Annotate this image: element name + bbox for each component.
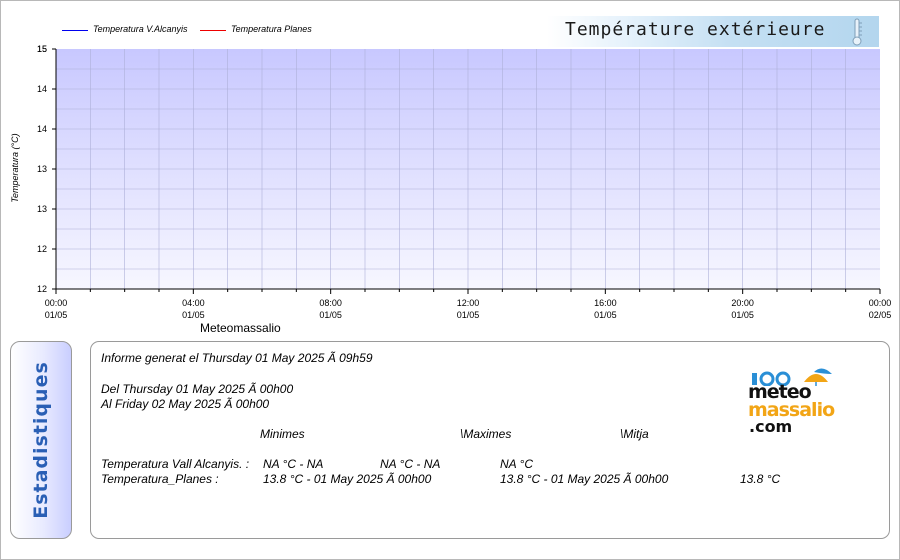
row-extra-planes: 13.8 °C xyxy=(740,472,781,486)
chart-title: Température extérieure xyxy=(565,19,826,40)
legend-label-alcanyis: Temperatura V.Alcanyis xyxy=(93,24,188,34)
legend-label-planes: Temperatura Planes xyxy=(231,24,312,34)
row-label-alcanyis: Temperatura Vall Alcanyis. : xyxy=(101,457,250,471)
y-tick-label: 12 xyxy=(37,244,47,254)
period-from-line: Del Thursday 01 May 2025 Ã 00h00 xyxy=(101,382,294,396)
x-tick-label-date: 01/05 xyxy=(45,310,68,320)
thermometer-icon xyxy=(852,18,862,46)
temperature-chart: 1212131314141515 00:0001/0504:0001/0508:… xyxy=(37,44,892,320)
y-tick-label: 14 xyxy=(37,84,47,94)
y-axis-label: Temperatura (°C) xyxy=(10,133,20,203)
y-tick-label: 15 xyxy=(37,44,47,54)
x-tick-label-date: 01/05 xyxy=(594,310,617,320)
x-tick-label-time: 04:00 xyxy=(182,298,205,308)
header-mitja: \Mitja xyxy=(620,427,649,441)
row-avg-alcanyis: NA °C xyxy=(500,457,534,471)
row-avg-planes: 13.8 °C - 01 May 2025 Ã 00h00 xyxy=(500,472,669,486)
statistics-tab: Estadistiques xyxy=(10,341,72,539)
chart-legend: Temperatura V.Alcanyis Temperatura Plane… xyxy=(57,16,547,47)
x-tick-label-time: 12:00 xyxy=(457,298,480,308)
x-tick-label-date: 01/05 xyxy=(319,310,342,320)
row-min-planes: 13.8 °C - 01 May 2025 Ã 00h00 xyxy=(263,472,432,486)
row-max-alcanyis: NA °C - NA xyxy=(380,457,441,471)
x-tick-label-time: 20:00 xyxy=(731,298,754,308)
x-ticks: 00:00 01/05 04:00 01/05 08:00 01/05 12:00 01/05… xyxy=(45,289,892,320)
x-tick-label-time: 08:00 xyxy=(319,298,342,308)
legend-swatch-planes xyxy=(200,30,226,31)
x-tick-label-date: 01/05 xyxy=(182,310,205,320)
x-tick-label-date: 02/05 xyxy=(869,310,892,320)
row-min-alcanyis: NA °C - NA xyxy=(263,457,324,471)
x-tick-label-date: 01/05 xyxy=(457,310,480,320)
chart-subtitle: Meteomassalio xyxy=(200,321,281,335)
x-tick-label-time: 00:00 xyxy=(869,298,892,308)
header-minimes: Minimes xyxy=(260,427,305,441)
report-generated-line: Informe generat el Thursday 01 May 2025 … xyxy=(101,351,373,365)
meteomassalio-logo: meteo massalio .com xyxy=(748,368,848,438)
y-tick-label: 13 xyxy=(37,204,47,214)
y-ticks: 1212131314141515 xyxy=(37,44,56,294)
statistics-tab-label: Estadistiques xyxy=(30,361,52,519)
x-tick-label-time: 00:00 xyxy=(45,298,68,308)
period-to-line: Al Friday 02 May 2025 Ã 00h00 xyxy=(101,397,270,411)
y-tick-label: 14 xyxy=(37,124,47,134)
logo-text-com: .com xyxy=(749,417,793,436)
chart-title-banner: Température extérieure xyxy=(547,16,879,47)
y-tick-label: 13 xyxy=(37,164,47,174)
y-tick-label: 12 xyxy=(37,284,47,294)
x-tick-label-time: 16:00 xyxy=(594,298,617,308)
row-label-planes: Temperatura_Planes : xyxy=(101,472,219,486)
x-tick-label-date: 01/05 xyxy=(731,310,754,320)
legend-swatch-alcanyis xyxy=(62,30,88,31)
header-maximes: \Maximes xyxy=(460,427,512,441)
